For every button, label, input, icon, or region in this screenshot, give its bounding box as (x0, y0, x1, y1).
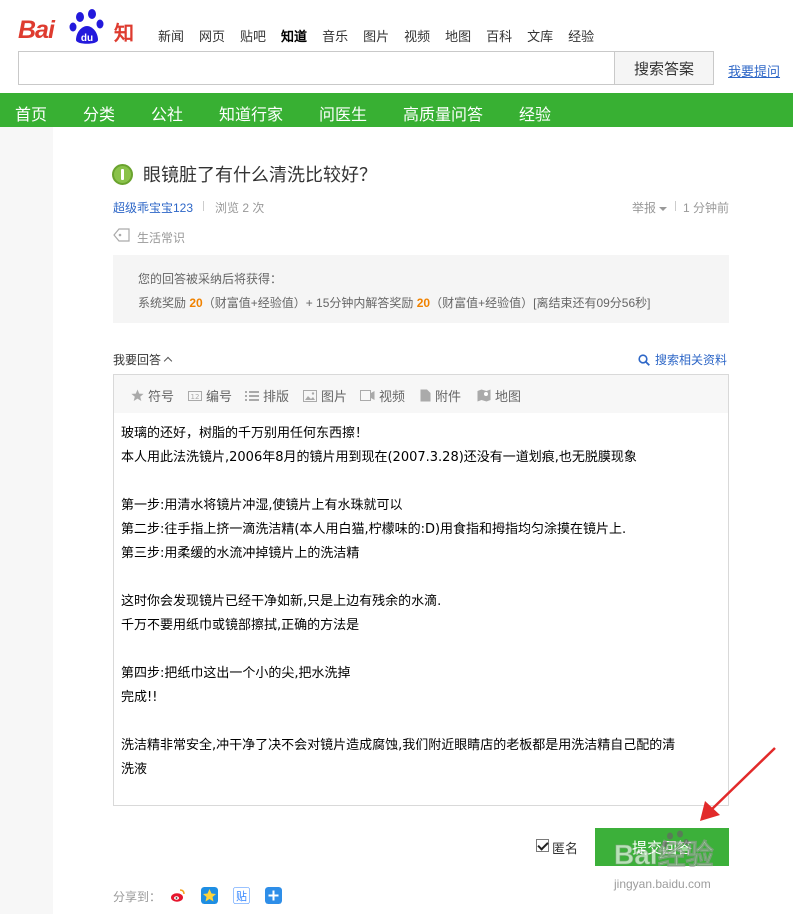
toolbar-layout-label: 排版 (263, 389, 290, 404)
answer-line (121, 470, 721, 494)
nav-item-home[interactable]: 首页 (15, 101, 47, 125)
meta-divider (675, 201, 676, 211)
toolbar-map-button[interactable]: 地图 (477, 386, 521, 405)
toolbar-image-button[interactable]: 图片 (303, 386, 347, 405)
reward-value: 20 (416, 296, 431, 310)
image-icon (303, 389, 317, 402)
search-related-link[interactable]: 搜索相关资料 (638, 351, 727, 368)
answer-line: 千万不要用纸巾或镜部擦拭,正确的方法是 (121, 618, 360, 633)
answer-line (121, 638, 721, 662)
list-icon (245, 390, 259, 401)
answer-line: 这时你会发现镜片已经干净如新,只是上边有残余的水滴. (121, 594, 442, 609)
nav-item-doctor[interactable]: 问医生 (319, 101, 367, 125)
toolbar-image-label: 图片 (321, 389, 348, 404)
reward-value: 20 (189, 296, 203, 310)
logo-du-text: du (81, 33, 93, 44)
top-nav-item[interactable]: 视频 (404, 26, 430, 45)
search-related-label: 搜索相关资料 (655, 353, 728, 367)
svg-text:12: 12 (191, 393, 200, 401)
question-timestamp: 1 分钟前 (683, 201, 730, 215)
toolbar-attachment-label: 附件 (435, 389, 462, 404)
top-nav-item[interactable]: 百科 (486, 26, 512, 45)
toolbar-layout-button[interactable]: 排版 (245, 386, 289, 405)
anonymous-label[interactable]: 匿名 (552, 838, 578, 857)
reward-info-box (113, 255, 729, 323)
reward-text: 系统奖励 (138, 296, 190, 310)
toolbar-symbol-button[interactable]: 符号 (131, 386, 174, 405)
top-nav-item[interactable]: 经验 (568, 26, 594, 45)
svg-text:贴: 贴 (236, 889, 247, 903)
reward-text: （财富值+经验值）+ 15分钟内解答奖励 (202, 296, 417, 310)
top-nav-item[interactable]: 知道 (281, 26, 307, 45)
question-icon (112, 164, 133, 185)
nav-item-experts[interactable]: 知道行家 (219, 101, 283, 125)
answer-text-content[interactable]: 玻璃的还好，树脂的千万别用任何东西擦！ 本人用此法洗镜片,2006年8月的镜片用… (121, 422, 721, 782)
reward-details: 系统奖励 20（财富值+经验值）+ 15分钟内解答奖励 20（财富值+经验值）[… (138, 294, 650, 311)
search-icon (638, 353, 650, 366)
meta-divider (203, 201, 204, 211)
answer-line: 完成!! (121, 690, 158, 705)
search-input[interactable] (18, 51, 614, 85)
answer-line: 第四步:把纸巾这出一个小的尖,把水洗掉 (121, 666, 351, 681)
reward-heading: 您的回答被采纳后将获得： (138, 272, 283, 286)
answer-line: 第一步:用清水将镜片冲湿,使镜片上有水珠就可以 (121, 498, 403, 513)
reward-text: （财富值+经验值）[离结束还有09分56秒] (430, 296, 651, 310)
file-icon (420, 389, 431, 402)
nav-item-quality-qa[interactable]: 高质量问答 (403, 101, 483, 125)
nav-item-community[interactable]: 公社 (151, 101, 183, 125)
more-share-icon[interactable] (265, 887, 282, 904)
answer-line: 第二步:往手指上挤一滴洗洁精(本人用白猫,柠檬味的:D)用食指和拇指均匀涂摸在镜… (121, 522, 627, 537)
my-answer-toggle[interactable]: 我要回答 (113, 351, 171, 368)
nav-item-experience[interactable]: 经验 (519, 101, 551, 125)
toolbar-map-label: 地图 (495, 389, 522, 404)
share-label: 分享到： (113, 890, 162, 904)
toolbar-numbering-button[interactable]: 12 编号 (188, 386, 232, 405)
star-icon (131, 389, 144, 401)
page-header: Bai du 知道 新闻网页贴吧知道音乐图片视频地图百科文库经验 搜索答案 我要… (0, 0, 793, 93)
top-nav-item[interactable]: 文库 (527, 26, 553, 45)
anonymous-checkbox[interactable] (536, 839, 549, 852)
top-nav: 新闻 网页 贴吧 知道 音乐 图片 视频 地图 百科 文库 经验 (158, 26, 609, 45)
top-nav-item[interactable]: 贴吧 (240, 26, 266, 45)
top-nav-item[interactable]: 音乐 (322, 26, 348, 45)
watermark-url: jingyan.baidu.com (613, 877, 711, 891)
top-nav-item[interactable]: 新闻 (158, 26, 184, 45)
answer-line: 洗液 (121, 762, 148, 777)
map-icon (477, 389, 491, 402)
tag-icon (113, 228, 130, 242)
category-nav-bar: 首页 分类 公社 知道行家 问医生 高质量问答 经验 (0, 93, 793, 127)
weibo-share-icon[interactable] (169, 887, 186, 904)
video-icon (360, 390, 375, 401)
question-tag[interactable]: 生活常识 (137, 229, 185, 246)
qzone-share-icon[interactable] (201, 887, 218, 904)
answer-line: 玻璃的还好，树脂的千万别用任何东西擦！ (121, 426, 369, 441)
answer-line: 第三步:用柔缓的水流冲掉镜片上的洗洁精 (121, 546, 360, 561)
answer-line (121, 710, 721, 734)
answer-line (121, 566, 721, 590)
question-title: 眼镜脏了有什么清洗比较好？ (143, 165, 377, 186)
asker-username-link[interactable]: 超级乖宝宝123 (113, 199, 193, 216)
toolbar-video-button[interactable]: 视频 (360, 386, 405, 405)
search-answer-button[interactable]: 搜索答案 (614, 51, 714, 85)
answer-line: 本人用此法洗镜片,2006年8月的镜片用到现在(2007.3.28)还没有一道划… (121, 450, 637, 465)
ask-question-link[interactable]: 我要提问 (728, 61, 780, 80)
toolbar-attachment-button[interactable]: 附件 (420, 386, 461, 405)
toolbar-video-label: 视频 (379, 389, 406, 404)
report-dropdown[interactable]: 举报 (632, 199, 667, 216)
numbering-icon: 12 (188, 390, 202, 401)
top-nav-item[interactable]: 图片 (363, 26, 389, 45)
baidu-zhidao-logo[interactable]: Bai du 知道 (18, 6, 140, 74)
view-count: 浏览 2 次 (215, 201, 265, 215)
baidu-paw-icon: du (69, 9, 104, 44)
top-nav-item[interactable]: 网页 (199, 26, 225, 45)
jingyan-watermark: Bai经验 jingyan.baidu.com (613, 830, 714, 891)
toolbar-symbol-label: 符号 (148, 389, 175, 404)
top-nav-item[interactable]: 地图 (445, 26, 471, 45)
nav-item-category[interactable]: 分类 (83, 101, 115, 125)
red-arrow-annotation (700, 747, 776, 821)
tieba-share-icon[interactable]: 贴 (233, 887, 250, 904)
answer-line: 洗洁精非常安全,冲干净了决不会对镜片造成腐蚀,我们附近眼睛店的老板都是用洗洁精自… (121, 738, 676, 753)
logo-bai-text: Bai (18, 16, 55, 44)
toolbar-numbering-label: 编号 (206, 389, 233, 404)
